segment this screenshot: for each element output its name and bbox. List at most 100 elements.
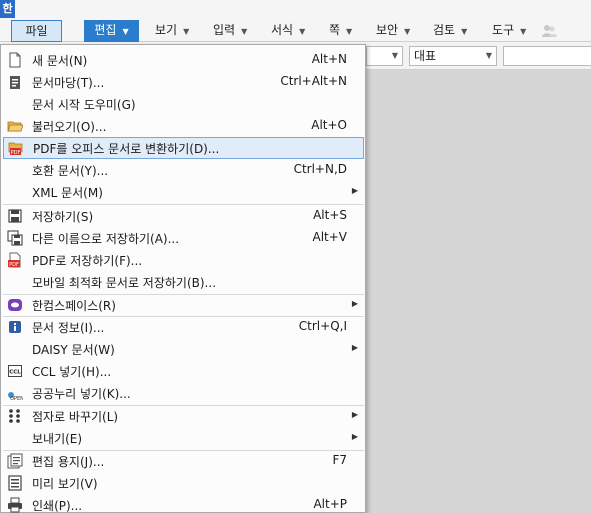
- app-logo-icon: 한: [0, 0, 15, 18]
- tab-view[interactable]: 보기 ▼: [155, 20, 189, 42]
- save-as-icon: [7, 230, 23, 246]
- menu-item-label: XML 문서(M): [32, 186, 103, 200]
- tab-edit[interactable]: 편집 ▼: [84, 20, 139, 42]
- save-icon: [8, 209, 22, 223]
- menu-item-label: 인쇄(P)...: [32, 499, 83, 513]
- font-size-combo[interactable]: ▼: [366, 46, 403, 66]
- font-combo[interactable]: [503, 46, 591, 66]
- menu-item-page-setup[interactable]: 편집 용지(J)... F7: [1, 450, 365, 472]
- menu-item-label: 모바일 최적화 문서로 저장하기(B)...: [32, 276, 217, 290]
- menu-item-convert-braille[interactable]: 점자로 바꾸기(L) ▶: [1, 405, 365, 427]
- menu-item-daisy-document[interactable]: DAISY 문서(W) ▶: [1, 338, 365, 360]
- chevron-down-icon: ▼: [346, 27, 353, 36]
- style-combo[interactable]: 대표 ▼: [409, 46, 497, 66]
- menu-item-label: 공공누리 넣기(K)...: [32, 387, 131, 401]
- menu-item-label: CCL 넣기(H)...: [32, 365, 112, 379]
- print-preview-icon: [8, 475, 22, 491]
- menu-item-shortcut: Alt+V: [312, 230, 347, 244]
- menu-item-shortcut: Ctrl+Alt+N: [280, 74, 347, 88]
- menu-item-print-preview[interactable]: 미리 보기(V): [1, 472, 365, 494]
- submenu-arrow-icon: ▶: [351, 343, 358, 352]
- menu-item-label: 저장하기(S): [32, 210, 94, 224]
- chevron-down-icon: ▼: [391, 51, 398, 60]
- tab-format-label: 서식: [271, 23, 294, 37]
- tab-format[interactable]: 서식 ▼: [271, 20, 305, 42]
- menu-item-document-info[interactable]: 문서 정보(I)... Ctrl+Q,I: [1, 316, 365, 338]
- menu-item-label: 편집 용지(J)...: [32, 455, 105, 469]
- menu-item-insert-kogl[interactable]: OPEN 공공누리 넣기(K)...: [1, 382, 365, 404]
- submenu-arrow-icon: ▶: [351, 410, 358, 419]
- tab-input[interactable]: 입력 ▼: [213, 20, 247, 42]
- menu-item-new-document[interactable]: 새 문서(N) Alt+N: [1, 49, 365, 71]
- document-area[interactable]: [365, 70, 591, 513]
- menu-item-save[interactable]: 저장하기(S) Alt+S: [1, 205, 365, 227]
- tab-page-label: 쪽: [329, 23, 341, 37]
- menu-item-label: 호환 문서(Y)...: [32, 164, 109, 178]
- menu-item-save-as[interactable]: 다른 이름으로 저장하기(A)... Alt+V: [1, 227, 365, 249]
- menu-item-shortcut: Alt+O: [311, 118, 347, 132]
- menu-item-xml-document[interactable]: XML 문서(M) ▶: [1, 181, 365, 203]
- chevron-down-icon: ▼: [183, 27, 190, 36]
- menu-item-pdf-to-office[interactable]: PDF PDF를 오피스 문서로 변환하기(D)...: [3, 137, 364, 159]
- tab-file-label: 파일: [25, 24, 48, 38]
- menu-item-save-as-pdf[interactable]: PDF PDF로 저장하기(F)...: [1, 249, 365, 271]
- menu-item-print[interactable]: 인쇄(P)... Alt+P: [1, 494, 365, 513]
- hancom-space-icon: [8, 299, 22, 311]
- svg-text:OPEN: OPEN: [10, 396, 23, 401]
- menu-bar: 한 파일 편집 ▼ 보기 ▼ 입력 ▼ 서식 ▼ 쪽 ▼ 보안 ▼ 검토 ▼ 도구 ▼: [0, 0, 591, 42]
- tab-page[interactable]: 쪽 ▼: [329, 20, 352, 42]
- submenu-arrow-icon: ▶: [351, 299, 358, 308]
- svg-text:CCL: CCL: [9, 370, 21, 376]
- menu-item-shortcut: Ctrl+Q,I: [298, 319, 347, 333]
- tab-tools-label: 도구: [492, 23, 515, 37]
- menu-item-insert-ccl[interactable]: CCL CCL 넣기(H)...: [1, 360, 365, 382]
- tab-review-label: 검토: [433, 23, 456, 37]
- pdf-convert-icon: PDF: [8, 142, 23, 156]
- chevron-down-icon: ▼: [122, 27, 129, 36]
- ccl-icon: CCL: [8, 365, 22, 377]
- menu-item-send[interactable]: 보내기(E) ▶: [1, 427, 365, 449]
- braille-icon: [9, 409, 20, 423]
- style-combo-value: 대표: [414, 49, 437, 63]
- open-folder-icon: [7, 121, 23, 132]
- menu-item-compatible-document[interactable]: 호환 문서(Y)... Ctrl+N,D: [1, 159, 365, 181]
- new-document-icon: [9, 52, 21, 68]
- menu-item-label: PDF를 오피스 문서로 변환하기(D)...: [33, 142, 220, 156]
- file-menu-dropdown: 새 문서(N) Alt+N 문서마당(T)... Ctrl+Alt+N 문서 시…: [0, 44, 366, 513]
- menu-item-label: 점자로 바꾸기(L): [32, 410, 119, 424]
- chevron-down-icon: ▼: [485, 51, 492, 60]
- tab-input-label: 입력: [213, 23, 236, 37]
- menu-item-label: PDF로 저장하기(F)...: [32, 254, 143, 268]
- tab-file[interactable]: 파일: [11, 20, 62, 42]
- tab-tools[interactable]: 도구 ▼: [492, 20, 526, 42]
- info-icon: [9, 321, 21, 333]
- menu-item-hancom-space[interactable]: 한컴스페이스(R) ▶: [1, 294, 365, 316]
- submenu-arrow-icon: ▶: [351, 186, 358, 195]
- document-template-icon: [10, 76, 20, 89]
- menu-item-open[interactable]: 불러오기(O)... Alt+O: [1, 115, 365, 137]
- menu-item-shortcut: Alt+P: [313, 497, 347, 511]
- menu-item-label: 한컴스페이스(R): [32, 299, 116, 313]
- tab-review[interactable]: 검토 ▼: [433, 20, 467, 42]
- menu-item-document-template[interactable]: 문서마당(T)... Ctrl+Alt+N: [1, 71, 365, 93]
- menu-item-shortcut: Alt+S: [313, 208, 347, 222]
- menu-item-save-mobile[interactable]: 모바일 최적화 문서로 저장하기(B)...: [1, 271, 365, 293]
- menu-item-start-wizard[interactable]: 문서 시작 도우미(G): [1, 93, 365, 115]
- svg-text:PDF: PDF: [11, 150, 21, 156]
- page-setup-icon: [7, 453, 23, 469]
- menu-item-label: 불러오기(O)...: [32, 120, 107, 134]
- tab-view-label: 보기: [155, 23, 178, 37]
- chevron-down-icon: ▼: [404, 27, 411, 36]
- menu-item-shortcut: Alt+N: [311, 52, 347, 66]
- menu-item-label: 문서 시작 도우미(G): [32, 98, 136, 112]
- user-icon[interactable]: [541, 24, 557, 38]
- tab-security[interactable]: 보안 ▼: [376, 20, 410, 42]
- kogl-icon: OPEN: [8, 392, 23, 401]
- menu-item-label: 문서마당(T)...: [32, 76, 105, 90]
- chevron-down-icon: ▼: [241, 27, 248, 36]
- menu-item-shortcut: F7: [332, 453, 347, 467]
- menu-item-shortcut: Ctrl+N,D: [293, 162, 347, 176]
- chevron-down-icon: ▼: [299, 27, 306, 36]
- menu-item-label: 다른 이름으로 저장하기(A)...: [32, 232, 180, 246]
- menu-item-label: 문서 정보(I)...: [32, 321, 105, 335]
